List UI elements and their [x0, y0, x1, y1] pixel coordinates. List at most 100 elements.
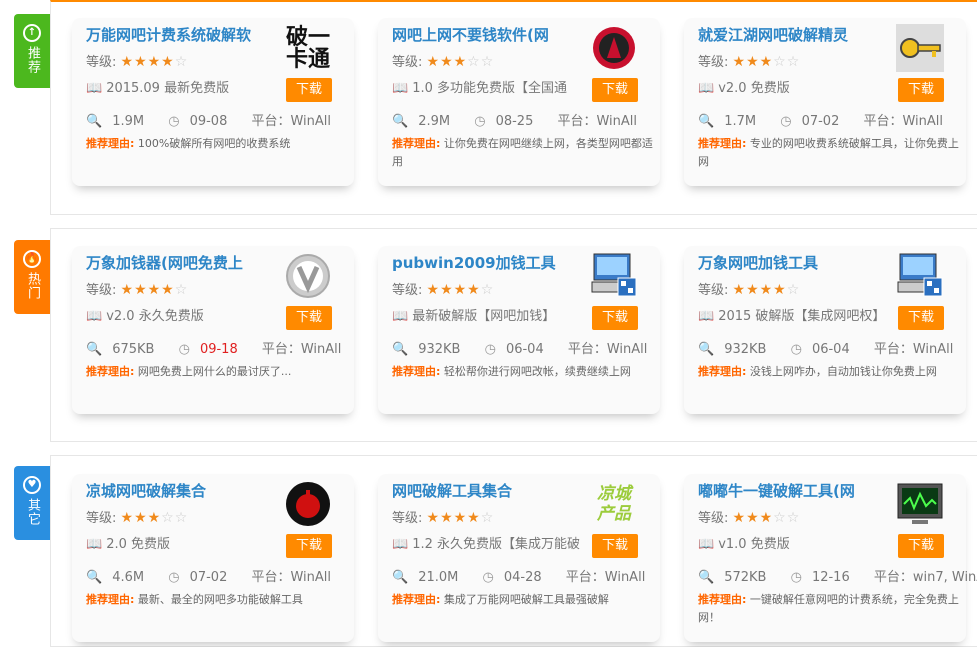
version-text: v2.0 永久免费版: [106, 309, 204, 324]
date-text: 09-18: [199, 342, 238, 357]
search-icon: 🔍: [698, 114, 715, 129]
software-logo[interactable]: [590, 252, 638, 300]
v-circle-icon: [286, 254, 330, 298]
reason-label: 推荐理由:: [86, 365, 135, 378]
reason-label: 推荐理由:: [698, 593, 747, 606]
software-title[interactable]: 网吧破解工具集合: [392, 480, 582, 501]
download-button[interactable]: 下载: [286, 78, 332, 102]
software-logo[interactable]: [590, 24, 638, 72]
software-title[interactable]: pubwin2009加钱工具: [392, 252, 582, 273]
version-info: 📖 1.0 多功能免费版【全国通: [392, 77, 592, 96]
reason-label: 推荐理由:: [86, 593, 135, 606]
search-icon: 🔍: [392, 342, 409, 357]
rating-label: 等级:: [698, 55, 733, 70]
date: ◷ 06-04: [791, 342, 860, 357]
size: 🔍 21.0M: [392, 570, 468, 585]
liangcheng-logo: 凉城 产品: [597, 484, 631, 524]
software-title[interactable]: 就爱江湖网吧破解精灵: [698, 24, 888, 45]
software-card[interactable]: 万能网吧计费系统破解软 等级: ★★★★☆ 📖 2015.09 最新免费版 🔍 1.…: [72, 18, 354, 186]
reason: 推荐理由: 100%破解所有网吧的收费系统: [86, 135, 348, 153]
reason-label: 推荐理由:: [392, 365, 441, 378]
clock-icon: ◷: [474, 114, 486, 129]
software-title[interactable]: 嘟嘟牛一键破解工具(网: [698, 480, 888, 501]
clock-icon: ◷: [780, 114, 792, 129]
download-button[interactable]: 下载: [898, 534, 944, 558]
software-card[interactable]: 嘟嘟牛一键破解工具(网 等级: ★★★☆☆ 📖 v1.0 免费版 🔍 572KB ◷…: [684, 474, 977, 642]
rating: 等级: ★★★★☆: [86, 51, 188, 70]
download-button[interactable]: 下载: [592, 78, 638, 102]
size-text: 675KB: [112, 342, 155, 357]
platform-text: 平台：win7, WinAll: [873, 570, 977, 585]
version-text: 2015 破解版【集成网吧权】: [718, 309, 886, 324]
reason-text: 最新、最全的网吧多功能破解工具: [137, 593, 303, 606]
book-icon: 📖: [392, 537, 409, 552]
tab-recommend[interactable]: ↑ 推荐: [14, 14, 50, 88]
software-card[interactable]: 就爱江湖网吧破解精灵 等级: ★★★☆☆ 📖 v2.0 免费版 🔍 1.7M ◷ 07…: [684, 18, 966, 186]
version-text: 最新破解版【网吧加钱】: [412, 309, 556, 324]
rating: 等级: ★★★☆☆: [392, 51, 494, 70]
date-text: 09-08: [189, 114, 228, 129]
date: ◷ 09-18: [179, 342, 248, 357]
rating-stars: ★★★★☆: [426, 282, 495, 298]
reason: 推荐理由: 集成了万能网吧破解工具最强破解: [392, 591, 654, 609]
date: ◷ 06-04: [485, 342, 554, 357]
search-icon: 🔍: [392, 114, 409, 129]
software-card[interactable]: pubwin2009加钱工具 等级: ★★★★☆ 📖 最新破解版【网吧加钱】 🔍 9…: [378, 246, 660, 414]
reason: 推荐理由: 一键破解任意网吧的计费系统，完全免费上网！: [698, 591, 960, 627]
download-button[interactable]: 下载: [898, 306, 944, 330]
download-button[interactable]: 下载: [592, 534, 638, 558]
rating: 等级: ★★★☆☆: [698, 51, 800, 70]
tab-other[interactable]: ♥ 其它: [14, 466, 50, 540]
clock-icon: ◷: [484, 342, 496, 357]
software-logo[interactable]: [284, 480, 332, 528]
software-card[interactable]: 凉城网吧破解集合 等级: ★★★☆☆ 📖 2.0 免费版 🔍 4.6M ◷ 07-02…: [72, 474, 354, 642]
download-button[interactable]: 下载: [592, 306, 638, 330]
software-logo[interactable]: [896, 24, 944, 72]
software-card[interactable]: 网吧破解工具集合 等级: ★★★★☆ 📖 1.2 永久免费版【集成万能破 🔍 21.…: [378, 474, 660, 642]
software-card[interactable]: 网吧上网不要钱软件(网 等级: ★★★☆☆ 📖 1.0 多功能免费版【全国通 🔍 2…: [378, 18, 660, 186]
software-logo[interactable]: 破一 卡通: [284, 24, 332, 72]
upload-icon: ↑: [23, 24, 41, 42]
date: ◷ 12-16: [791, 570, 860, 585]
version-text: 2015.09 最新免费版: [106, 81, 230, 96]
platform-text: 平台：WinAll: [873, 342, 954, 357]
book-icon: 📖: [392, 309, 409, 324]
software-logo[interactable]: [284, 252, 332, 300]
meta-row: 🔍 932KB ◷ 06-04 平台：WinAll: [392, 338, 657, 357]
software-logo[interactable]: [896, 480, 944, 528]
software-logo[interactable]: [896, 252, 944, 300]
tab-hot[interactable]: 🔥 热门: [14, 240, 50, 314]
download-button[interactable]: 下载: [898, 78, 944, 102]
size-text: 21.0M: [418, 570, 459, 585]
download-button[interactable]: 下载: [286, 306, 332, 330]
reason-text: 集成了万能网吧破解工具最强破解: [443, 593, 609, 606]
search-icon: 🔍: [392, 570, 409, 585]
date-text: 04-28: [503, 570, 542, 585]
rating-label: 等级:: [698, 511, 733, 526]
date-text: 06-04: [505, 342, 544, 357]
reason: 推荐理由: 最新、最全的网吧多功能破解工具: [86, 591, 348, 609]
tab-label: 热门: [25, 272, 40, 300]
platform-text: 平台：WinAll: [565, 570, 646, 585]
download-button[interactable]: 下载: [286, 534, 332, 558]
software-title[interactable]: 万象加钱器(网吧免费上: [86, 252, 276, 273]
key-icon: [896, 24, 944, 72]
version-info: 📖 2015.09 最新免费版: [86, 77, 286, 96]
software-logo[interactable]: 凉城 产品: [590, 480, 638, 528]
version-text: 1.0 多功能免费版【全国通: [412, 81, 567, 96]
computer-icon: [591, 253, 637, 297]
date: ◷ 09-08: [168, 114, 237, 129]
meta-row: 🔍 4.6M ◷ 07-02 平台：WinAll: [86, 566, 341, 585]
rating-stars: ★★★★☆: [120, 282, 189, 298]
reason: 推荐理由: 没钱上网咋办，自动加钱让你免费上网: [698, 363, 960, 381]
software-title[interactable]: 万能网吧计费系统破解软: [86, 24, 276, 45]
size: 🔍 1.7M: [698, 114, 766, 129]
rating-stars: ★★★★☆: [120, 54, 189, 70]
computer-icon: [897, 253, 943, 297]
reason-label: 推荐理由:: [698, 365, 747, 378]
software-title[interactable]: 万象网吧加钱工具: [698, 252, 888, 273]
software-title[interactable]: 凉城网吧破解集合: [86, 480, 276, 501]
software-card[interactable]: 万象网吧加钱工具 等级: ★★★★☆ 📖 2015 破解版【集成网吧权】 🔍 932…: [684, 246, 966, 414]
software-title[interactable]: 网吧上网不要钱软件(网: [392, 24, 582, 45]
software-card[interactable]: 万象加钱器(网吧免费上 等级: ★★★★☆ 📖 v2.0 永久免费版 🔍 675KB…: [72, 246, 354, 414]
